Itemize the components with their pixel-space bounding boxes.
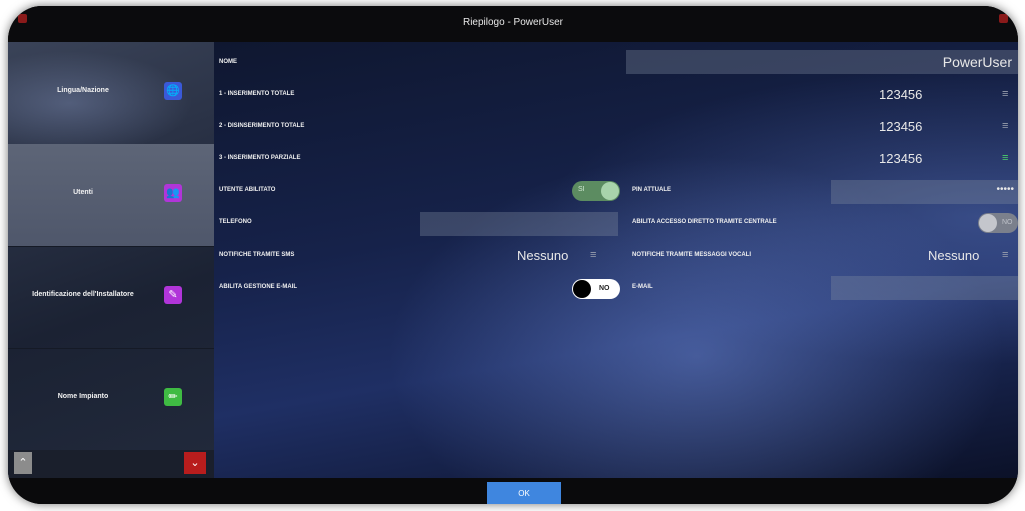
nome-value: PowerUser <box>942 54 1012 70</box>
title-bar: Riepilogo - PowerUser <box>8 6 1018 42</box>
toggle-knob <box>573 280 591 298</box>
toggle-knob <box>979 214 997 232</box>
sidebar-item-lingua[interactable]: Lingua/Nazione 🌐 <box>8 42 214 145</box>
gestione-email-toggle[interactable]: NO <box>572 279 620 299</box>
ok-button[interactable]: OK <box>487 482 561 504</box>
disinserimento-totale-label: 2 - DISINSERIMENTO TOTALE <box>219 123 305 129</box>
gestione-email-label: ABILITA GESTIONE E-MAIL <box>219 284 297 290</box>
window-corner-right <box>999 14 1008 23</box>
main-panel: NOME PowerUser 1 - INSERIMENTO TOTALE 12… <box>214 42 1018 478</box>
sidebar-item-installatore[interactable]: Identificazione dell'Installatore ✎ <box>8 246 214 349</box>
pin-attuale-value: ••••• <box>996 184 1014 195</box>
telefono-field[interactable] <box>420 212 618 236</box>
pin-attuale-label: PIN ATTUALE <box>632 187 671 193</box>
notifiche-sms-value[interactable]: Nessuno <box>517 248 568 263</box>
inserimento-totale-label: 1 - INSERIMENTO TOTALE <box>219 91 295 97</box>
menu-icon[interactable]: ≡ <box>1002 153 1012 164</box>
disinserimento-totale-value[interactable]: 123456 <box>879 119 922 134</box>
app-window: Riepilogo - PowerUser Lingua/Nazione 🌐 U… <box>8 6 1018 504</box>
sidebar-item-label: Lingua/Nazione <box>57 87 109 94</box>
bottom-bar: OK <box>8 478 1018 504</box>
nome-label: NOME <box>219 59 237 65</box>
inserimento-parziale-value[interactable]: 123456 <box>879 151 922 166</box>
users-icon: 👥 <box>164 184 182 202</box>
utente-abilitato-label: UTENTE ABILITATO <box>219 187 276 193</box>
menu-icon[interactable]: ≡ <box>590 250 600 261</box>
sidebar-item-label: Utenti <box>73 189 93 196</box>
inserimento-parziale-label: 3 - INSERIMENTO PARZIALE <box>219 155 301 161</box>
toggle-text: SI <box>578 186 585 193</box>
accesso-diretto-toggle[interactable]: NO <box>978 213 1018 233</box>
inserimento-totale-value[interactable]: 123456 <box>879 87 922 102</box>
globe-icon: 🌐 <box>164 82 182 100</box>
window-title: Riepilogo - PowerUser <box>462 17 564 28</box>
accesso-diretto-label: ABILITA ACCESSO DIRETTO TRAMITE CENTRALE <box>632 219 777 225</box>
telefono-label: TELEFONO <box>219 219 252 225</box>
nome-field[interactable]: PowerUser <box>626 50 1018 74</box>
email-label: E-MAIL <box>632 284 653 290</box>
sidebar-item-nome-impianto[interactable]: Nome Impianto ✏ <box>8 348 214 450</box>
window-corner-left <box>18 14 27 23</box>
toggle-knob <box>601 182 619 200</box>
toggle-text: NO <box>1002 219 1013 226</box>
installer-icon: ✎ <box>164 286 182 304</box>
email-field[interactable] <box>831 276 1018 300</box>
notifiche-vocali-value[interactable]: Nessuno <box>928 248 979 263</box>
sidebar-item-utenti[interactable]: Utenti 👥 <box>8 144 214 247</box>
pin-attuale-field[interactable]: ••••• <box>831 180 1018 204</box>
chevron-down-icon[interactable]: ⌄ <box>184 452 206 474</box>
toggle-text: NO <box>599 285 610 292</box>
menu-icon[interactable]: ≡ <box>1002 89 1012 100</box>
menu-icon[interactable]: ≡ <box>1002 250 1012 261</box>
sidebar-nav: ⌃ ⌄ <box>8 450 214 478</box>
chevron-up-icon[interactable]: ⌃ <box>14 452 32 474</box>
menu-icon[interactable]: ≡ <box>1002 121 1012 132</box>
sidebar-item-label: Identificazione dell'Installatore <box>32 291 134 298</box>
notifiche-vocali-label: NOTIFICHE TRAMITE MESSAGGI VOCALI <box>632 252 752 258</box>
sidebar: Lingua/Nazione 🌐 Utenti 👥 Identificazion… <box>8 42 214 478</box>
sidebar-item-label: Nome Impianto <box>57 393 109 400</box>
edit-icon: ✏ <box>164 388 182 406</box>
utente-abilitato-toggle[interactable]: SI <box>572 181 620 201</box>
notifiche-sms-label: NOTIFICHE TRAMITE SMS <box>219 252 295 258</box>
